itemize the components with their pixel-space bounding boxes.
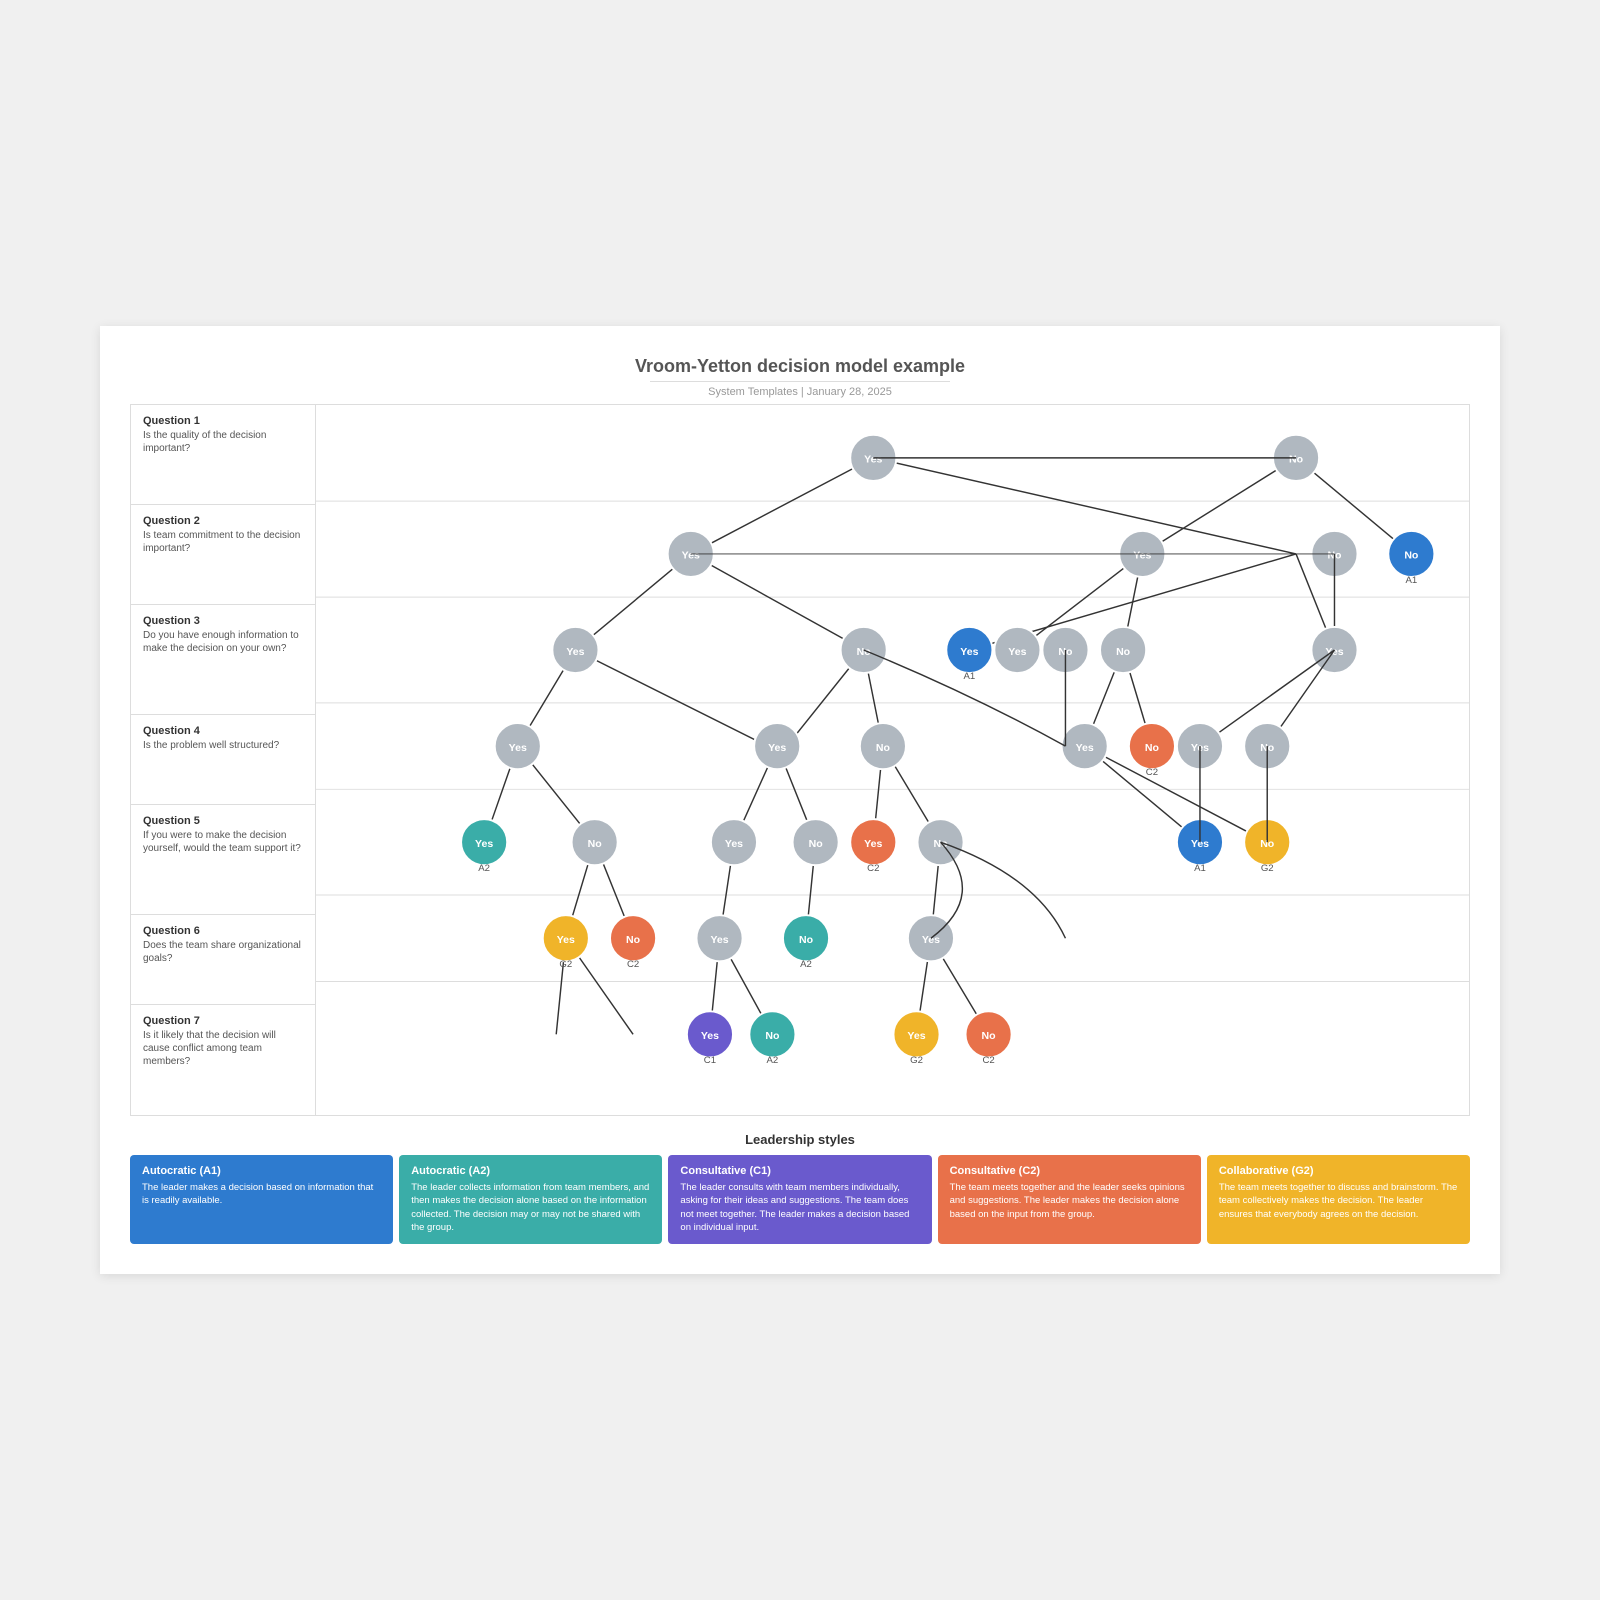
- svg-text:No: No: [876, 742, 891, 754]
- legend-item-title-A1: Autocratic (A1): [142, 1165, 381, 1177]
- question-row-q6: Question 6 Does the team share organizat…: [131, 915, 315, 1005]
- svg-text:G2: G2: [1261, 863, 1274, 874]
- question-title-q1: Question 1: [143, 415, 303, 427]
- subtitle: System Templates | January 28, 2025: [130, 386, 1470, 398]
- svg-text:A1: A1: [1405, 575, 1417, 586]
- svg-text:C2: C2: [982, 1055, 994, 1066]
- question-text-q6: Does the team share organizational goals…: [143, 939, 303, 965]
- question-text-q7: Is it likely that the decision will caus…: [143, 1029, 303, 1068]
- svg-text:Yes: Yes: [710, 934, 728, 946]
- question-row-q3: Question 3 Do you have enough informatio…: [131, 605, 315, 715]
- diagram-area: Question 1 Is the quality of the decisio…: [130, 404, 1470, 1116]
- legend-item-G2: Collaborative (G2) The team meets togeth…: [1207, 1155, 1470, 1244]
- question-title-q7: Question 7: [143, 1015, 303, 1027]
- svg-text:No: No: [626, 934, 641, 946]
- question-text-q2: Is team commitment to the decision impor…: [143, 529, 303, 555]
- svg-text:C2: C2: [1146, 767, 1158, 778]
- legend-item-text-C1: The leader consults with team members in…: [680, 1181, 919, 1234]
- title-area: Vroom-Yetton decision model example Syst…: [130, 356, 1470, 398]
- legend-item-title-C2: Consultative (C2): [950, 1165, 1189, 1177]
- question-row-q2: Question 2 Is team commitment to the dec…: [131, 505, 315, 605]
- legend-item-text-C2: The team meets together and the leader s…: [950, 1181, 1189, 1221]
- svg-text:Yes: Yes: [960, 646, 978, 658]
- legend-item-C1: Consultative (C1) The leader consults wi…: [668, 1155, 931, 1244]
- page-container: Vroom-Yetton decision model example Syst…: [100, 326, 1500, 1274]
- legend-item-text-A2: The leader collects information from tea…: [411, 1181, 650, 1234]
- svg-text:Yes: Yes: [566, 646, 584, 658]
- question-title-q5: Question 5: [143, 815, 303, 827]
- svg-text:A2: A2: [478, 863, 490, 874]
- svg-text:Yes: Yes: [475, 838, 493, 850]
- svg-text:Yes: Yes: [922, 934, 940, 946]
- svg-text:Yes: Yes: [682, 550, 700, 562]
- legend-title: Leadership styles: [130, 1132, 1470, 1147]
- svg-text:C1: C1: [704, 1055, 716, 1066]
- svg-text:G2: G2: [559, 959, 572, 970]
- svg-text:G2: G2: [910, 1055, 923, 1066]
- svg-text:Yes: Yes: [1008, 646, 1026, 658]
- question-row-q7: Question 7 Is it likely that the decisio…: [131, 1005, 315, 1115]
- question-title-q2: Question 2: [143, 515, 303, 527]
- question-title-q3: Question 3: [143, 615, 303, 627]
- legend-item-C2: Consultative (C2) The team meets togethe…: [938, 1155, 1201, 1244]
- svg-text:No: No: [799, 934, 814, 946]
- question-text-q4: Is the problem well structured?: [143, 739, 303, 752]
- legend-item-A1: Autocratic (A1) The leader makes a decis…: [130, 1155, 393, 1244]
- question-text-q3: Do you have enough information to make t…: [143, 629, 303, 655]
- question-row-q1: Question 1 Is the quality of the decisio…: [131, 405, 315, 505]
- main-title: Vroom-Yetton decision model example: [130, 356, 1470, 377]
- svg-text:Yes: Yes: [701, 1030, 719, 1042]
- svg-text:No: No: [765, 1030, 780, 1042]
- svg-text:Yes: Yes: [864, 454, 882, 466]
- legend-item-text-A1: The leader makes a decision based on inf…: [142, 1181, 381, 1208]
- legend-boxes: Autocratic (A1) The leader makes a decis…: [130, 1155, 1470, 1244]
- svg-text:No: No: [809, 838, 824, 850]
- legend-item-title-A2: Autocratic (A2): [411, 1165, 650, 1177]
- svg-text:A1: A1: [1194, 863, 1206, 874]
- svg-text:Yes: Yes: [864, 838, 882, 850]
- svg-text:Yes: Yes: [1325, 646, 1343, 658]
- svg-text:Yes: Yes: [725, 838, 743, 850]
- svg-text:A2: A2: [767, 1055, 779, 1066]
- legend-area: Leadership styles Autocratic (A1) The le…: [130, 1132, 1470, 1244]
- svg-text:No: No: [1404, 550, 1419, 562]
- svg-text:Yes: Yes: [509, 742, 527, 754]
- svg-text:No: No: [982, 1030, 997, 1042]
- title-divider: [650, 381, 950, 382]
- question-title-q6: Question 6: [143, 925, 303, 937]
- tree-svg: Yes No Yes Yes No No A1 Yes: [316, 405, 1469, 1097]
- svg-text:No: No: [1289, 454, 1304, 466]
- svg-text:A1: A1: [963, 671, 975, 682]
- legend-item-text-G2: The team meets together to discuss and b…: [1219, 1181, 1458, 1221]
- legend-item-title-C1: Consultative (C1): [680, 1165, 919, 1177]
- svg-text:Yes: Yes: [768, 742, 786, 754]
- question-row-q5: Question 5 If you were to make the decis…: [131, 805, 315, 915]
- svg-text:C2: C2: [627, 959, 639, 970]
- question-text-q5: If you were to make the decision yoursel…: [143, 829, 303, 855]
- tree-area: Yes No Yes Yes No No A1 Yes: [316, 405, 1469, 1115]
- questions-column: Question 1 Is the quality of the decisio…: [131, 405, 316, 1115]
- svg-text:Yes: Yes: [1133, 550, 1151, 562]
- svg-text:Yes: Yes: [1076, 742, 1094, 754]
- legend-item-title-G2: Collaborative (G2): [1219, 1165, 1458, 1177]
- question-text-q1: Is the quality of the decision important…: [143, 429, 303, 455]
- question-title-q4: Question 4: [143, 725, 303, 737]
- svg-text:No: No: [588, 838, 603, 850]
- svg-text:C2: C2: [867, 863, 879, 874]
- svg-text:Yes: Yes: [907, 1030, 925, 1042]
- svg-text:No: No: [1145, 742, 1160, 754]
- svg-text:A2: A2: [800, 959, 812, 970]
- svg-text:Yes: Yes: [557, 934, 575, 946]
- legend-item-A2: Autocratic (A2) The leader collects info…: [399, 1155, 662, 1244]
- question-row-q4: Question 4 Is the problem well structure…: [131, 715, 315, 805]
- svg-text:No: No: [1116, 646, 1131, 658]
